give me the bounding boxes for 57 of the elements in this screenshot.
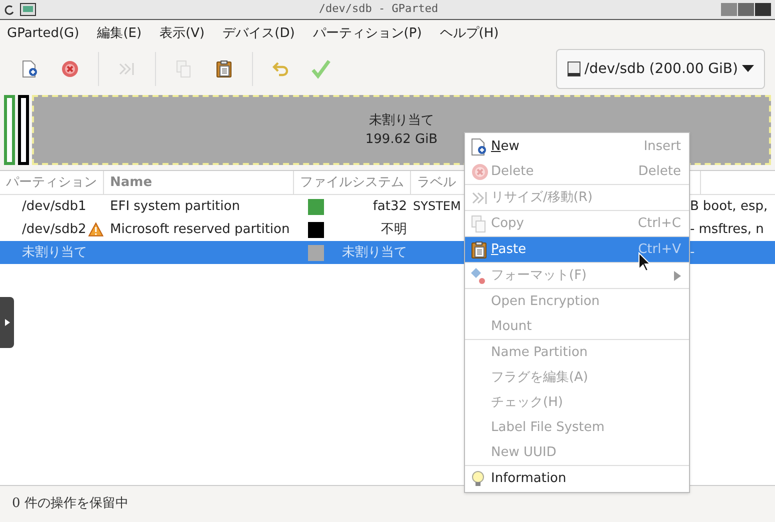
table-row[interactable]: B boot, esp, <box>690 195 775 218</box>
table-row[interactable]: - msftres, n <box>690 218 775 241</box>
table-cell: Microsoft reserved partition <box>110 222 290 237</box>
copy-icon <box>471 214 487 232</box>
table-cell-text: msftres, n <box>698 220 764 239</box>
dropdown-caret-icon <box>742 65 754 73</box>
device-selector[interactable]: /dev/sdb (200.00 GiB) <box>556 49 765 89</box>
undo-icon <box>272 61 290 77</box>
table-cell-text: B <box>690 198 699 216</box>
table-cell-text: /dev/sdb1 <box>22 198 86 216</box>
menu-item[interactable]: 表示(V) <box>160 24 205 44</box>
table-cell: EFI system partition <box>110 198 240 214</box>
partition-block[interactable] <box>18 95 29 165</box>
context-menu-item[interactable]: New Insert <box>465 134 689 159</box>
menu-item[interactable]: 編集(E) <box>97 24 142 44</box>
table-cell-text: 未割り当て <box>342 244 407 262</box>
menu-item[interactable]: ヘルプ(H) <box>440 24 499 44</box>
table-cell-text: 不明 <box>381 220 407 239</box>
delete-icon <box>61 60 79 78</box>
play-arrow-icon <box>4 319 10 326</box>
table-row[interactable]: /dev/sdb1 EFI system partition fat32 SYSTEM <box>0 195 464 218</box>
new-document-icon <box>471 138 487 156</box>
clipboard-icon <box>471 240 487 258</box>
block-size: 199.62 GiB <box>365 131 438 149</box>
maximize-button[interactable] <box>738 3 754 16</box>
copy-icon <box>176 60 192 78</box>
app-icon <box>20 3 36 16</box>
delete-icon <box>471 162 489 180</box>
checkmark-icon <box>311 59 331 79</box>
table-cell-text: 未割り当て <box>22 244 87 262</box>
table-cell-text: fat32 <box>372 198 407 216</box>
table-row[interactable]: /dev/sdb2 Microsoft reserved partition 不明 <box>0 218 464 241</box>
table-cell-text: - <box>690 244 695 262</box>
clipboard-icon <box>216 60 232 78</box>
block-label: 未割り当て <box>369 112 434 130</box>
menu-item[interactable]: パーティション(P) <box>312 24 422 44</box>
menu-item[interactable]: GParted(G) <box>7 24 80 44</box>
format-icon <box>471 266 487 284</box>
table-cell-text: /dev/sdb2 <box>22 220 86 239</box>
side-panel-handle[interactable] <box>0 297 14 348</box>
lightbulb-icon <box>471 470 485 488</box>
column-header[interactable]: パーティション <box>0 171 104 194</box>
close-button[interactable] <box>755 3 771 16</box>
mouse-cursor-icon <box>638 252 651 272</box>
minimize-button[interactable] <box>721 3 737 16</box>
window-title: /dev/sdb - GParted <box>318 1 440 18</box>
new-document-icon <box>22 60 38 78</box>
context-menu-item[interactable]: Information <box>465 466 689 491</box>
resize-icon <box>118 60 136 78</box>
column-header[interactable]: Name <box>104 171 294 194</box>
column-header[interactable]: ファイルシステム <box>294 171 411 194</box>
context-menu-item[interactable]: Paste Ctrl+V <box>465 237 689 262</box>
table-cell: SYSTEM <box>413 198 461 213</box>
table-cell-text: boot, esp, <box>702 198 768 216</box>
menu-item[interactable]: デバイス(D) <box>222 24 295 44</box>
table-cell-text: - <box>690 220 695 239</box>
status-text: 0 件の操作を保留中 <box>12 495 128 514</box>
